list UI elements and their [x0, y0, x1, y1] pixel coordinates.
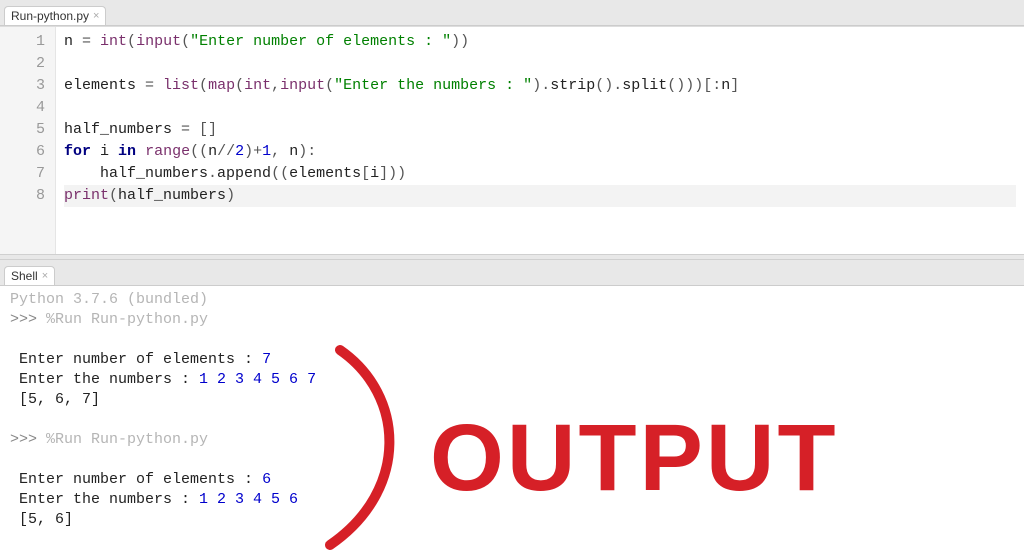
- close-icon[interactable]: ×: [93, 10, 99, 22]
- close-icon[interactable]: ×: [42, 270, 48, 282]
- tab-label: Shell: [11, 269, 38, 283]
- code-area[interactable]: n = int(input("Enter number of elements …: [56, 27, 1024, 254]
- code-line: print(half_numbers): [64, 185, 1016, 207]
- tab-shell[interactable]: Shell ×: [4, 266, 55, 285]
- editor-pane: Run-python.py × 12345678 n = int(input("…: [0, 0, 1024, 254]
- code-line: elements = list(map(int,input("Enter the…: [64, 75, 1016, 97]
- code-line: n = int(input("Enter number of elements …: [64, 31, 1016, 53]
- code-line: half_numbers = []: [64, 119, 1016, 141]
- shell-tabstrip: Shell ×: [0, 260, 1024, 286]
- tab-run-python[interactable]: Run-python.py ×: [4, 6, 106, 25]
- line-gutter: 12345678: [0, 27, 56, 254]
- code-editor[interactable]: 12345678 n = int(input("Enter number of …: [0, 26, 1024, 254]
- shell-pane: Shell × Python 3.7.6 (bundled)>>> %Run R…: [0, 260, 1024, 554]
- code-line: half_numbers.append((elements[i])): [64, 163, 1016, 185]
- shell-output[interactable]: Python 3.7.6 (bundled)>>> %Run Run-pytho…: [0, 286, 1024, 554]
- code-line: for i in range((n//2)+1, n):: [64, 141, 1016, 163]
- tab-label: Run-python.py: [11, 9, 89, 23]
- code-line: [64, 53, 1016, 75]
- editor-tabstrip: Run-python.py ×: [0, 0, 1024, 26]
- code-line: [64, 97, 1016, 119]
